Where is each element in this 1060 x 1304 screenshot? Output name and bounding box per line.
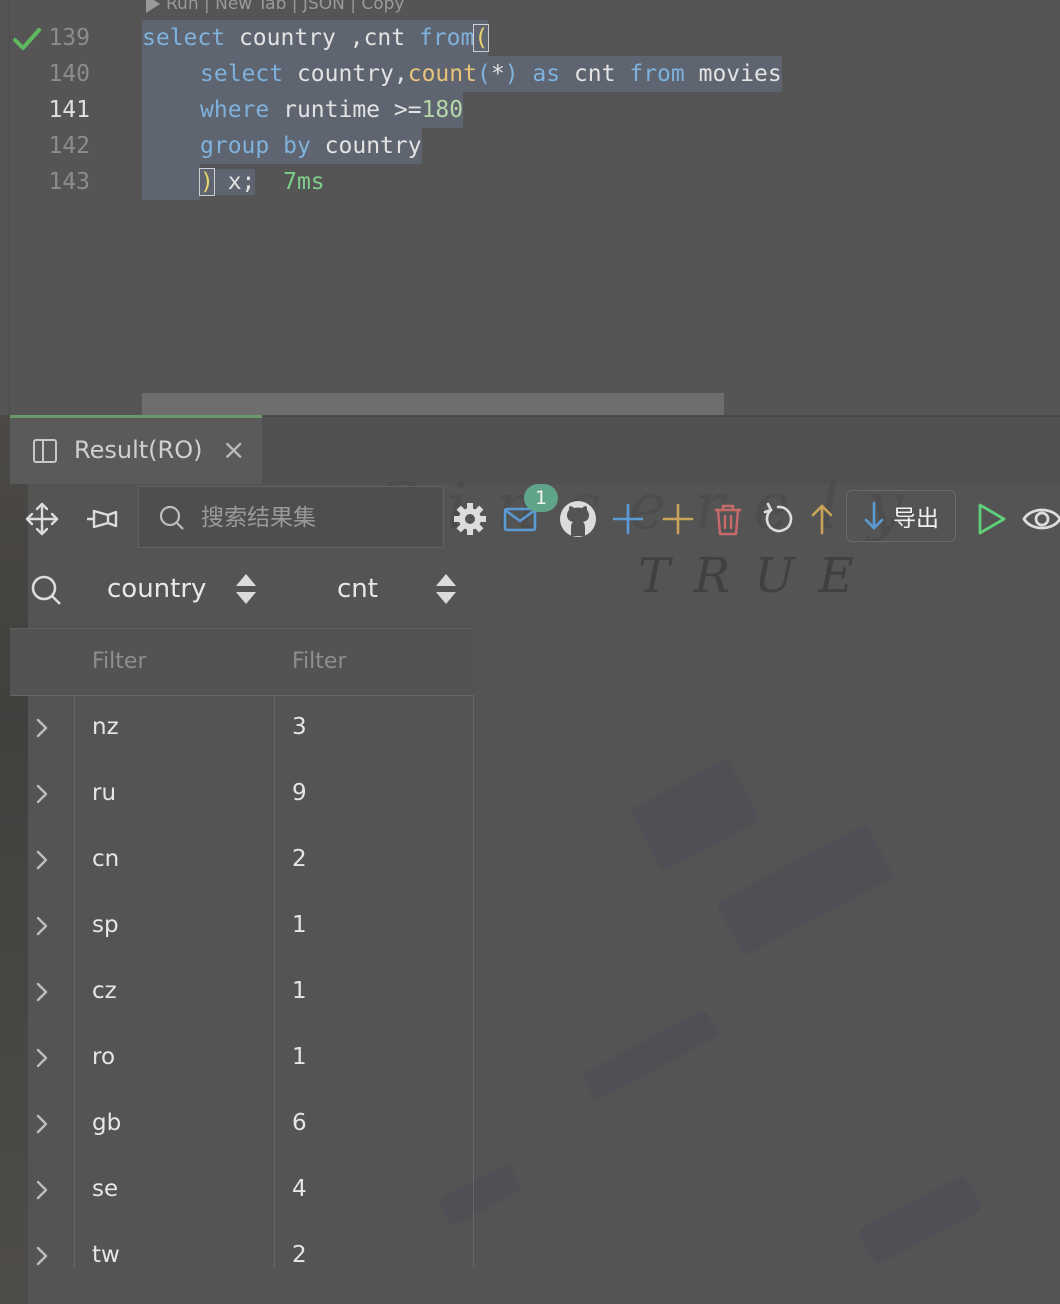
code-text[interactable]: where runtime >=180 — [200, 92, 464, 128]
notification-badge: 1 — [524, 484, 558, 512]
cell-cnt[interactable]: 1 — [292, 912, 307, 938]
cell-country[interactable]: se — [92, 1176, 118, 1202]
export-button[interactable]: 导出 — [846, 490, 956, 542]
refresh-icon[interactable] — [758, 499, 798, 539]
chevron-right-icon[interactable] — [34, 781, 50, 807]
close-icon[interactable]: × — [222, 435, 245, 465]
chevron-right-icon[interactable] — [34, 1111, 50, 1137]
github-icon[interactable] — [558, 499, 598, 539]
cell-country[interactable]: tw — [92, 1242, 120, 1268]
column-search-icon[interactable] — [30, 574, 62, 606]
search-icon — [159, 505, 184, 530]
cell-cnt[interactable]: 2 — [292, 1242, 307, 1268]
chevron-right-icon[interactable] — [34, 913, 50, 939]
horizontal-scrollbar[interactable] — [142, 393, 724, 415]
delete-icon[interactable] — [708, 499, 748, 539]
table-row[interactable]: ru 9 — [10, 762, 474, 828]
split-panel-icon — [33, 439, 57, 463]
chevron-right-icon[interactable] — [34, 1045, 50, 1071]
table-row[interactable]: ro 1 — [10, 1026, 474, 1092]
export-label: 导出 — [893, 506, 939, 532]
gear-icon[interactable] — [450, 499, 490, 539]
eye-icon[interactable] — [1022, 499, 1060, 539]
run-icon[interactable] — [146, 0, 160, 13]
search-input[interactable] — [199, 499, 433, 537]
run-query-icon[interactable] — [970, 499, 1010, 539]
filter-row: Filter Filter — [10, 628, 474, 696]
column-header-country[interactable]: country — [107, 574, 206, 604]
chevron-right-icon[interactable] — [34, 979, 50, 1005]
code-line-140[interactable]: 140 select country,count(*) as cnt from … — [0, 56, 1060, 92]
chevron-right-icon[interactable] — [34, 1177, 50, 1203]
column-header-row: country cnt — [10, 556, 1060, 628]
code-text[interactable]: group by country — [200, 128, 422, 164]
cell-country[interactable]: cz — [92, 978, 117, 1004]
filter-input-cnt[interactable]: Filter — [292, 649, 346, 674]
cell-country[interactable]: sp — [92, 912, 119, 938]
line-number: 143 — [48, 169, 90, 195]
table-row[interactable]: tw 2 — [10, 1224, 474, 1290]
download-arrow-icon — [864, 501, 884, 530]
cell-cnt[interactable]: 9 — [292, 780, 307, 806]
tab-label: Result(RO) — [74, 436, 203, 464]
sql-editor[interactable]: Run | New Tab | JSON | Copy 139 select c… — [0, 0, 1060, 415]
move-icon[interactable] — [22, 499, 62, 539]
line-number: 140 — [48, 61, 90, 87]
codelens-actions[interactable]: Run | New Tab | JSON | Copy — [146, 0, 405, 14]
cell-cnt[interactable]: 2 — [292, 846, 307, 872]
code-line-143[interactable]: 143 ) x; 7ms — [0, 164, 1060, 200]
cell-country[interactable]: gb — [92, 1110, 121, 1136]
cell-cnt[interactable]: 1 — [292, 1044, 307, 1070]
code-text[interactable]: ) x; 7ms — [199, 164, 325, 200]
line-number: 141 — [48, 97, 90, 123]
arrow-up-icon[interactable] — [802, 499, 842, 539]
table-row[interactable]: sp 1 — [10, 894, 474, 960]
result-search[interactable] — [138, 486, 444, 548]
result-toolbar: 1 导出 — [10, 484, 1060, 554]
pin-icon[interactable] — [82, 499, 122, 539]
table-row[interactable]: cz 1 — [10, 960, 474, 1026]
filter-input-country[interactable]: Filter — [92, 649, 146, 674]
execution-time: 7ms — [283, 169, 325, 195]
code-text[interactable]: select country ,cnt from( — [142, 20, 490, 56]
codelens-text[interactable]: Run | New Tab | JSON | Copy — [166, 0, 405, 14]
sort-icon[interactable] — [234, 572, 258, 606]
tab-result[interactable]: Result(RO) × — [10, 418, 262, 484]
code-line-141[interactable]: 141 where runtime >=180 — [0, 92, 1060, 128]
code-line-142[interactable]: 142 group by country — [0, 128, 1060, 164]
table-row[interactable]: cn 2 — [10, 828, 474, 894]
chevron-right-icon[interactable] — [34, 847, 50, 873]
cell-country[interactable]: ru — [92, 780, 116, 806]
code-line-139[interactable]: 139 select country ,cnt from( — [0, 20, 1060, 56]
cell-cnt[interactable]: 6 — [292, 1110, 307, 1136]
cell-cnt[interactable]: 1 — [292, 978, 307, 1004]
insert-row-icon[interactable] — [658, 499, 698, 539]
cell-cnt[interactable]: 3 — [292, 714, 307, 740]
line-number: 139 — [48, 25, 90, 51]
cell-cnt[interactable]: 4 — [292, 1176, 307, 1202]
column-header-cnt[interactable]: cnt — [337, 574, 378, 604]
add-row-icon[interactable] — [608, 499, 648, 539]
line-number: 142 — [48, 133, 90, 159]
chevron-right-icon[interactable] — [34, 715, 50, 741]
cell-country[interactable]: cn — [92, 846, 119, 872]
table-row[interactable]: nz 3 — [10, 696, 474, 762]
chevron-right-icon[interactable] — [34, 1243, 50, 1269]
code-text[interactable]: select country,count(*) as cnt from movi… — [200, 56, 782, 92]
table-row[interactable]: se 4 — [10, 1158, 474, 1224]
sort-icon[interactable] — [434, 572, 458, 606]
table-row[interactable]: gb 6 — [10, 1092, 474, 1158]
cell-country[interactable]: nz — [92, 714, 119, 740]
cell-country[interactable]: ro — [92, 1044, 115, 1070]
